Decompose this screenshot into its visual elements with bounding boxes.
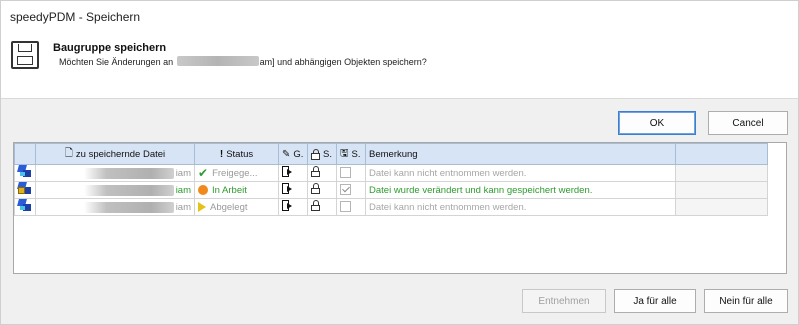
orange-dot-icon (198, 185, 208, 195)
ok-button[interactable]: OK (618, 111, 696, 135)
status-text: Abgelegt (210, 201, 248, 213)
lock-icon (311, 183, 320, 194)
save-dialog: speedyPDM - Speichern Baugruppe speicher… (0, 0, 799, 325)
lock-icon (311, 200, 320, 211)
save-checkbox[interactable] (340, 167, 351, 179)
document-icon: 🗋 (64, 147, 73, 159)
header-message: Möchten Sie Änderungen an am] und abhäng… (59, 56, 427, 67)
lock-icon (311, 148, 320, 160)
header-remark[interactable]: Bemerkung (365, 143, 676, 165)
file-grid: 🗋 zu speichernde Datei ! Status ✎ G. S. … (13, 142, 787, 274)
redacted-filename (83, 201, 174, 213)
save-icon (11, 41, 39, 69)
nein-fuer-alle-button[interactable]: Nein für alle (704, 289, 788, 313)
header-save[interactable]: 🖫 S. (336, 143, 366, 165)
header-message-suffix: am] und abhängigen Objekten speichern? (259, 57, 427, 67)
remark-text: Datei wurde verändert und kann gespeiche… (365, 181, 676, 199)
status-text: In Arbeit (212, 184, 247, 196)
ja-fuer-alle-button[interactable]: Ja für alle (614, 289, 696, 313)
header-title: Baugruppe speichern (53, 42, 167, 54)
header-save-label: S. (351, 148, 361, 160)
header-remark-label: Bemerkung (369, 148, 418, 160)
lock-icon (311, 166, 320, 177)
header-g[interactable]: ✎ G. (278, 143, 308, 165)
exclamation-icon: ! (219, 148, 224, 160)
document-arrow-icon (282, 165, 292, 178)
document-arrow-icon (282, 199, 292, 212)
header-g-label: G. (293, 148, 304, 160)
file-table: 🗋 zu speichernde Datei ! Status ✎ G. S. … (14, 143, 768, 216)
header-icon-column (14, 143, 36, 165)
header-status[interactable]: ! Status (194, 143, 279, 165)
assembly-icon (17, 165, 32, 178)
table-header-row: 🗋 zu speichernde Datei ! Status ✎ G. S. … (14, 143, 768, 165)
header-message-prefix: Möchten Sie Änderungen an (59, 57, 174, 67)
cancel-button[interactable]: Cancel (708, 111, 788, 135)
save-checkbox[interactable] (340, 184, 351, 196)
header-status-label: Status (226, 148, 254, 160)
floppy-icon: 🖫 (340, 147, 349, 159)
window-title: speedyPDM - Speichern (10, 10, 141, 24)
table-row[interactable]: iam Abgelegt Datei kann nicht entnommen … (14, 198, 768, 216)
redacted-filename (83, 184, 174, 196)
header-s-label: S. (323, 148, 332, 160)
dialog-header: Baugruppe speichern Möchten Sie Änderung… (1, 33, 798, 99)
header-file-label: zu speichernde Datei (75, 148, 166, 160)
table-row[interactable]: iam ✔ Freigege... Datei kann nicht entno… (14, 164, 768, 182)
assembly-icon (17, 199, 32, 212)
document-arrow-icon (282, 182, 292, 195)
redacted-filename (83, 167, 174, 179)
table-row[interactable]: iam In Arbeit Datei wurde verändert und … (14, 181, 768, 199)
assembly-locked-icon (17, 182, 32, 195)
header-filler (675, 143, 768, 165)
remark-text: Datei kann nicht entnommen werden. (365, 164, 676, 182)
header-file[interactable]: 🗋 zu speichernde Datei (35, 143, 195, 165)
checkmark-icon: ✔ (198, 166, 209, 180)
save-checkbox[interactable] (340, 201, 351, 213)
redacted-name (176, 56, 259, 66)
title-bar: speedyPDM - Speichern (1, 1, 798, 33)
pencil-icon: ✎ (282, 148, 291, 160)
yellow-triangle-icon (198, 202, 206, 212)
remark-text: Datei kann nicht entnommen werden. (365, 198, 676, 216)
header-s[interactable]: S. (307, 143, 337, 165)
file-extension: iam (175, 167, 191, 179)
file-extension: iam (175, 184, 191, 196)
status-text: Freigege... (212, 167, 258, 179)
file-extension: iam (175, 201, 191, 213)
entnehmen-button[interactable]: Entnehmen (522, 289, 606, 313)
